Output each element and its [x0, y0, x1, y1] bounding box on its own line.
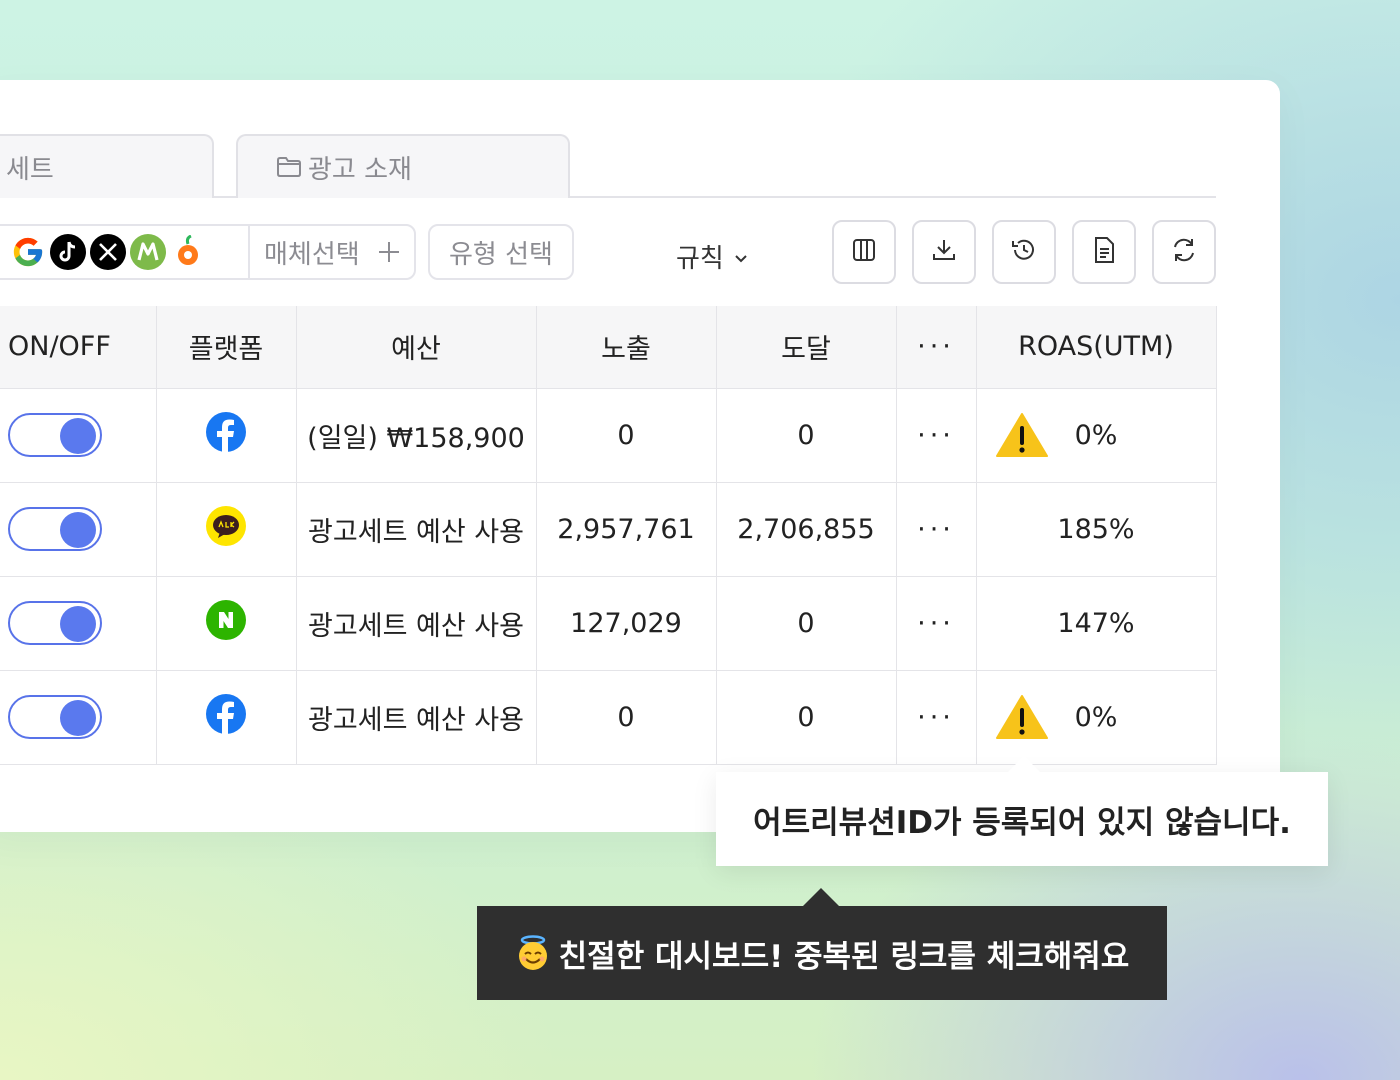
history-icon — [1010, 236, 1038, 268]
refresh-button[interactable] — [1152, 220, 1216, 284]
carrot-icon — [170, 234, 206, 270]
roas-value: 185% — [1057, 513, 1135, 545]
reach-cell: 2,706,855 — [716, 482, 897, 577]
selected-media-icons — [0, 226, 250, 278]
impressions-cell: 2,957,761 — [536, 482, 717, 577]
tooltip-arrow — [1008, 756, 1040, 772]
onoff-toggle[interactable] — [8, 413, 102, 457]
tab-ad-creative[interactable]: 광고 소재 — [236, 134, 570, 198]
roas-cell: 185% — [976, 482, 1217, 577]
table-row: 광고세트 예산 사용 0 0 ··· 0% — [0, 670, 1217, 765]
rule-dropdown[interactable]: 규칙 — [676, 238, 748, 274]
history-button[interactable] — [992, 220, 1056, 284]
folder-icon — [276, 156, 302, 178]
google-icon — [10, 234, 46, 270]
header-impressions[interactable]: 노출 — [536, 306, 717, 389]
tooltip-arrow — [803, 888, 839, 906]
chevron-down-icon — [734, 241, 748, 271]
filter-bar: 매체선택 유형 선택 규칙 — [0, 220, 1216, 284]
platform-cell — [156, 576, 297, 671]
header-onoff[interactable]: ON/OFF — [0, 306, 157, 389]
table-row: (일일) ₩158,900 0 0 ··· 0% — [0, 388, 1217, 483]
impressions-cell: 0 — [536, 388, 717, 483]
download-icon — [931, 237, 957, 267]
level-tabs: 세트 광고 소재 — [0, 134, 1216, 198]
x-icon — [90, 234, 126, 270]
platform-cell — [156, 482, 297, 577]
type-select-label: 유형 선택 — [449, 239, 553, 270]
roas-value: 0% — [1074, 419, 1118, 451]
more-cell: ··· — [896, 576, 977, 671]
table-header-row: ON/OFF 플랫폼 예산 노출 도달 ··· ROAS(UTM) — [0, 306, 1217, 389]
more-cell: ··· — [896, 482, 977, 577]
header-budget[interactable]: 예산 — [296, 306, 537, 389]
budget-cell: 광고세트 예산 사용 — [296, 576, 537, 671]
platform-cell — [156, 670, 297, 765]
columns-icon — [851, 237, 877, 267]
onoff-cell — [0, 388, 157, 483]
download-button[interactable] — [912, 220, 976, 284]
roas-value: 147% — [1057, 607, 1135, 639]
roas-cell: 0% — [976, 388, 1217, 483]
roas-cell: 0% — [976, 670, 1217, 765]
onoff-cell — [0, 670, 157, 765]
dashboard-tip-banner: 친절한 대시보드! 중복된 링크를 체크해줘요 — [477, 888, 1167, 1000]
budget-cell: (일일) ₩158,900 — [296, 388, 537, 483]
header-more: ··· — [896, 306, 977, 389]
more-cell: ··· — [896, 670, 977, 765]
table-row: 광고세트 예산 사용 127,029 0 ··· 147% — [0, 576, 1217, 671]
refresh-icon — [1170, 236, 1198, 268]
warning-icon[interactable] — [995, 693, 1049, 748]
onoff-cell — [0, 576, 157, 671]
roas-cell: 147% — [976, 576, 1217, 671]
rule-label: 규칙 — [676, 243, 724, 274]
campaign-table: ON/OFF 플랫폼 예산 노출 도달 ··· ROAS(UTM) (일일) ₩… — [0, 306, 1217, 765]
more-cell: ··· — [896, 388, 977, 483]
media-select-label: 매체선택 — [264, 239, 360, 270]
onoff-toggle[interactable] — [8, 601, 102, 645]
dashboard-tip-text: 친절한 대시보드! 중복된 링크를 체크해줘요 — [558, 938, 1130, 975]
onoff-cell — [0, 482, 157, 577]
tiktok-icon — [50, 234, 86, 270]
type-select[interactable]: 유형 선택 — [428, 224, 574, 280]
media-filter[interactable]: 매체선택 — [0, 224, 416, 280]
toggle-knob — [60, 606, 96, 642]
platform-cell — [156, 388, 297, 483]
table-row: 광고세트 예산 사용 2,957,761 2,706,855 ··· 185% — [0, 482, 1217, 577]
onoff-toggle[interactable] — [8, 695, 102, 739]
warning-icon[interactable] — [995, 411, 1049, 466]
media-select-button[interactable]: 매체선택 — [250, 233, 400, 271]
reach-cell: 0 — [716, 388, 897, 483]
impressions-cell: 127,029 — [536, 576, 717, 671]
reach-cell: 0 — [716, 576, 897, 671]
tab-adset-label: 세트 — [6, 154, 54, 185]
report-button[interactable] — [1072, 220, 1136, 284]
attribution-tooltip-text: 어트리뷰션ID가 등록되어 있지 않습니다. — [753, 804, 1291, 841]
kakaotalk-icon — [206, 505, 246, 553]
moloco-icon — [130, 234, 166, 270]
budget-cell: 광고세트 예산 사용 — [296, 670, 537, 765]
facebook-icon — [206, 411, 246, 459]
impressions-cell: 0 — [536, 670, 717, 765]
roas-value: 0% — [1074, 701, 1118, 733]
toggle-knob — [60, 512, 96, 548]
attribution-tooltip: 어트리뷰션ID가 등록되어 있지 않습니다. — [716, 756, 1328, 866]
plus-icon — [378, 233, 400, 271]
facebook-icon — [206, 693, 246, 741]
budget-cell: 광고세트 예산 사용 — [296, 482, 537, 577]
toggle-knob — [60, 418, 96, 454]
toggle-knob — [60, 700, 96, 736]
onoff-toggle[interactable] — [8, 507, 102, 551]
halo-smile-emoji-icon — [515, 935, 551, 971]
tab-adset[interactable]: 세트 — [0, 134, 214, 198]
document-icon — [1092, 236, 1116, 268]
reach-cell: 0 — [716, 670, 897, 765]
naver-icon — [206, 599, 246, 647]
columns-button[interactable] — [832, 220, 896, 284]
header-reach[interactable]: 도달 — [716, 306, 897, 389]
tab-ad-creative-label: 광고 소재 — [308, 154, 412, 185]
header-roas[interactable]: ROAS(UTM) — [976, 306, 1217, 389]
header-platform[interactable]: 플랫폼 — [156, 306, 297, 389]
